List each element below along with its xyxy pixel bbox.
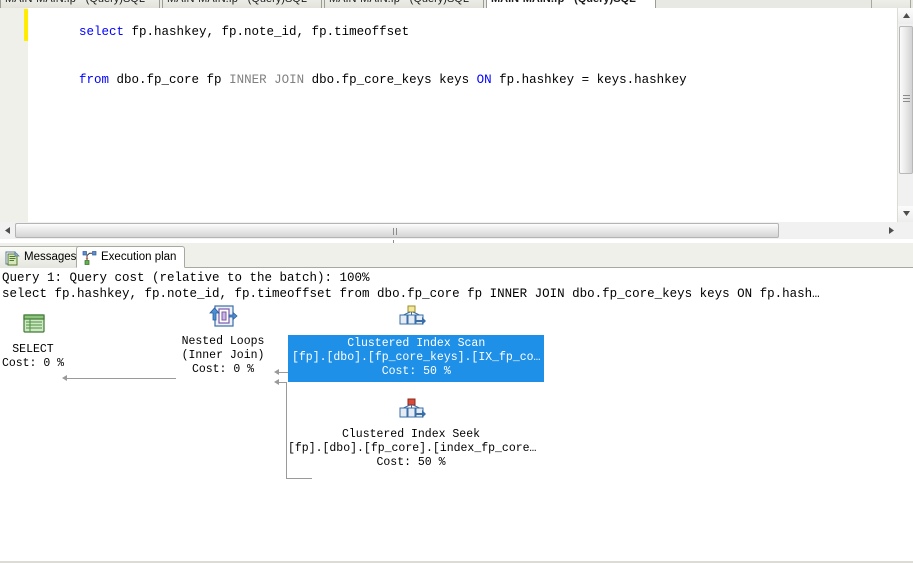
plan-node-nested-loops-line-1: Nested Loops [181, 335, 265, 348]
document-tab-4-active[interactable]: MAIN-MAIN.fp - (Query)SQL [486, 0, 656, 8]
connector-arrowhead-select [62, 375, 67, 381]
document-tab-label: MAIN-MAIN.fp - (Query)SQL [491, 0, 636, 5]
code-line-2: from dbo.fp_core fp INNER JOIN dbo.fp_co… [28, 56, 897, 104]
plan-node-select-line-1: SELECT [12, 343, 54, 356]
plan-node-clustered-index-scan-line-2: [fp].[dbo].[fp_core_keys].[IX_fp_co… [292, 351, 541, 364]
scroll-left-arrow-icon[interactable] [0, 222, 14, 239]
plan-node-clustered-index-seek-text: Clustered Index Seek [fp].[dbo].[fp_core… [288, 428, 537, 470]
connector-vertical-to-seek [286, 382, 287, 478]
document-tab-label: MAIN-MAIN.fp - (Query)SQL [329, 0, 469, 5]
sql-text: fp.hashkey, fp.note_id, fp.timeoffset [124, 25, 410, 39]
plan-node-clustered-index-scan-line-3: Cost: 50 % [381, 365, 451, 378]
editor-vertical-scroll-thumb[interactable] [899, 26, 913, 174]
tab-messages-label: Messages [24, 251, 77, 263]
connector-nestedloops-stub-lower [278, 382, 286, 383]
plan-node-clustered-index-scan-line-1: Clustered Index Scan [347, 337, 486, 350]
plan-node-clustered-index-scan-text: Clustered Index Scan [fp].[dbo].[fp_core… [288, 335, 545, 382]
scroll-thumb-grip-icon [393, 228, 401, 247]
plan-diagram-canvas: SELECT Cost: 0 % Nested Loops (Inner Joi… [0, 302, 913, 563]
editor-horizontal-scroll-thumb[interactable] [15, 223, 779, 247]
sql-text: fp.hashkey = keys.hashkey [491, 73, 687, 87]
tab-list-close-button[interactable] [871, 0, 911, 8]
plan-node-clustered-index-seek-line-1: Clustered Index Seek [341, 428, 481, 441]
scroll-up-arrow-icon[interactable] [898, 8, 913, 24]
plan-node-nested-loops-line-3: Cost: 0 % [191, 363, 255, 376]
editor-horizontal-scrollbar[interactable] [0, 222, 913, 247]
code-line-1: select fp.hashkey, fp.note_id, fp.timeof… [28, 8, 897, 56]
tab-execution-plan-label: Execution plan [101, 251, 177, 263]
editor-text-surface[interactable]: select fp.hashkey, fp.note_id, fp.timeof… [28, 8, 897, 222]
plan-node-nested-loops[interactable]: Nested Loops (Inner Join) Cost: 0 % [168, 304, 278, 377]
sql-keyword-inner-join: INNER JOIN [229, 73, 305, 87]
clustered-index-scan-icon [395, 304, 427, 332]
plan-node-nested-loops-text: Nested Loops (Inner Join) Cost: 0 % [168, 335, 278, 377]
plan-node-clustered-index-seek-line-3: Cost: 50 % [376, 456, 446, 469]
connector-select-to-nestedloops [66, 378, 176, 379]
connector-horizontal-to-seek [286, 478, 312, 479]
sql-text: dbo.fp_core_keys keys [304, 73, 477, 87]
document-tab-3[interactable]: MAIN-MAIN.fp - (Query)SQL [324, 0, 484, 8]
connector-arrowhead-seek [274, 379, 279, 385]
plan-node-clustered-index-scan[interactable]: Clustered Index Scan [fp].[dbo].[fp_core… [288, 304, 545, 382]
document-tab-1[interactable]: MAIN-MAIN.fp - (Query)SQL [0, 0, 160, 8]
scroll-thumb-grip-icon [903, 95, 910, 102]
plan-node-nested-loops-line-2: (Inner Join) [181, 349, 265, 362]
result-grid-icon [17, 312, 49, 340]
plan-node-clustered-index-seek[interactable]: Clustered Index Seek [fp].[dbo].[fp_core… [288, 397, 537, 470]
editor-gutter [0, 8, 28, 222]
messages-icon [5, 250, 21, 266]
sql-keyword-on: ON [476, 73, 492, 87]
plan-node-select-text: SELECT Cost: 0 % [0, 343, 66, 371]
plan-node-select[interactable]: SELECT Cost: 0 % [0, 312, 66, 371]
nested-loops-icon [207, 304, 239, 332]
scroll-down-arrow-icon[interactable] [898, 206, 913, 222]
document-tab-label: MAIN-MAIN.fp - (Query)SQL [167, 0, 307, 5]
tab-execution-plan[interactable]: Execution plan [76, 246, 186, 268]
tab-messages[interactable]: Messages [0, 246, 86, 268]
execution-plan-pane[interactable]: Query 1: Query cost (relative to the bat… [0, 268, 913, 563]
query-text-line: select fp.hashkey, fp.note_id, fp.timeof… [2, 287, 820, 301]
sql-text: dbo.fp_core fp [109, 73, 230, 87]
sql-keyword-from: from [79, 73, 110, 87]
editor-vertical-scrollbar[interactable] [897, 8, 913, 222]
document-tab-label: MAIN-MAIN.fp - (Query)SQL [5, 0, 145, 5]
plan-node-select-line-2: Cost: 0 % [1, 357, 65, 370]
plan-node-clustered-index-seek-line-2: [fp].[dbo].[fp_core].[index_fp_core… [288, 442, 537, 455]
document-tab-2[interactable]: MAIN-MAIN.fp - (Query)SQL [162, 0, 322, 8]
sql-editor-pane[interactable]: select fp.hashkey, fp.note_id, fp.timeof… [0, 8, 913, 222]
results-tab-bar: Messages Execution plan [0, 243, 913, 268]
query-cost-header: Query 1: Query cost (relative to the bat… [2, 271, 370, 285]
clustered-index-seek-icon [395, 397, 427, 425]
execution-plan-icon [82, 250, 98, 266]
sql-keyword-select: select [79, 25, 125, 39]
scroll-right-arrow-icon[interactable] [884, 222, 898, 239]
